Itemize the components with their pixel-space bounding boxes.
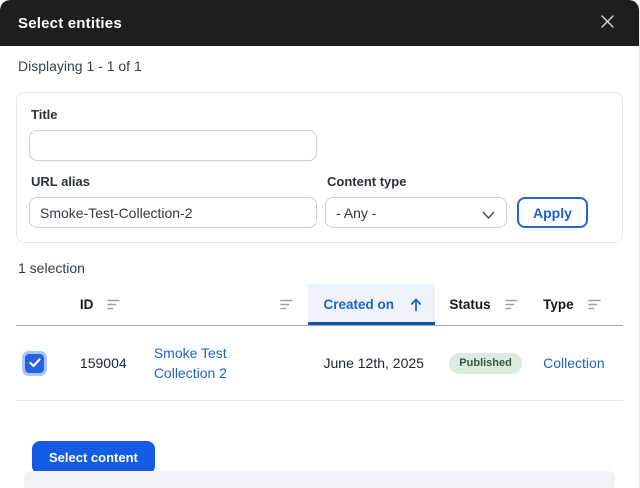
- cell-id: 159004: [79, 355, 127, 371]
- modal-title: Select entities: [18, 14, 122, 32]
- content-type-selected-value: - Any -: [336, 204, 377, 221]
- cell-type: Collection: [529, 353, 623, 373]
- sort-lines-icon[interactable]: [504, 299, 519, 310]
- column-header-status[interactable]: Status: [435, 284, 529, 325]
- content-type-select[interactable]: - Any -: [325, 197, 507, 228]
- status-badge: Published: [449, 352, 522, 374]
- url-alias-label: URL alias: [31, 174, 91, 189]
- row-checkbox-checked[interactable]: [25, 353, 44, 373]
- entity-title-link[interactable]: Smoke Test Collection 2: [154, 343, 266, 384]
- entity-type-link[interactable]: Collection: [543, 353, 604, 373]
- select-content-button[interactable]: Select content: [32, 441, 155, 474]
- check-icon: [28, 355, 41, 371]
- results-count: Displaying 1 - 1 of 1: [18, 58, 142, 74]
- sort-lines-icon[interactable]: [279, 299, 294, 310]
- close-icon: [600, 14, 615, 32]
- close-button[interactable]: [595, 11, 619, 35]
- row-select-cell: [16, 353, 64, 373]
- arrow-up-icon[interactable]: [410, 298, 422, 312]
- title-input[interactable]: [29, 130, 317, 161]
- cell-status: Published: [435, 352, 529, 374]
- column-header-title[interactable]: [140, 284, 308, 325]
- entities-table: ID Created on Status Type 159004 Smoke T…: [16, 284, 623, 401]
- column-header-type[interactable]: Type: [529, 284, 623, 325]
- selection-count: 1 selection: [18, 260, 85, 276]
- title-label: Title: [31, 107, 58, 122]
- select-entities-modal: Select entities Displaying 1 - 1 of 1 Ti…: [0, 0, 640, 488]
- cell-created-on: June 12th, 2025: [323, 354, 424, 371]
- modal-body: Displaying 1 - 1 of 1 Title URL alias Co…: [0, 46, 639, 474]
- cell-title: Smoke Test Collection 2: [140, 343, 308, 384]
- next-section-edge: [24, 471, 615, 488]
- filter-panel: Title URL alias Content type - Any -: [16, 92, 623, 243]
- column-header-created-on[interactable]: Created on: [307, 284, 436, 325]
- sort-lines-icon[interactable]: [587, 299, 602, 310]
- url-alias-input[interactable]: [29, 197, 317, 228]
- apply-button[interactable]: Apply: [517, 197, 588, 228]
- modal-header: Select entities: [0, 0, 639, 46]
- table-row: 159004 Smoke Test Collection 2 June 12th…: [16, 326, 623, 401]
- column-header-id[interactable]: ID: [64, 284, 140, 325]
- content-type-label: Content type: [327, 174, 407, 189]
- column-header-checkbox: [16, 284, 64, 325]
- table-header-row: ID Created on Status Type: [16, 284, 623, 326]
- sort-lines-icon[interactable]: [107, 299, 121, 310]
- chevron-down-icon: [482, 207, 495, 223]
